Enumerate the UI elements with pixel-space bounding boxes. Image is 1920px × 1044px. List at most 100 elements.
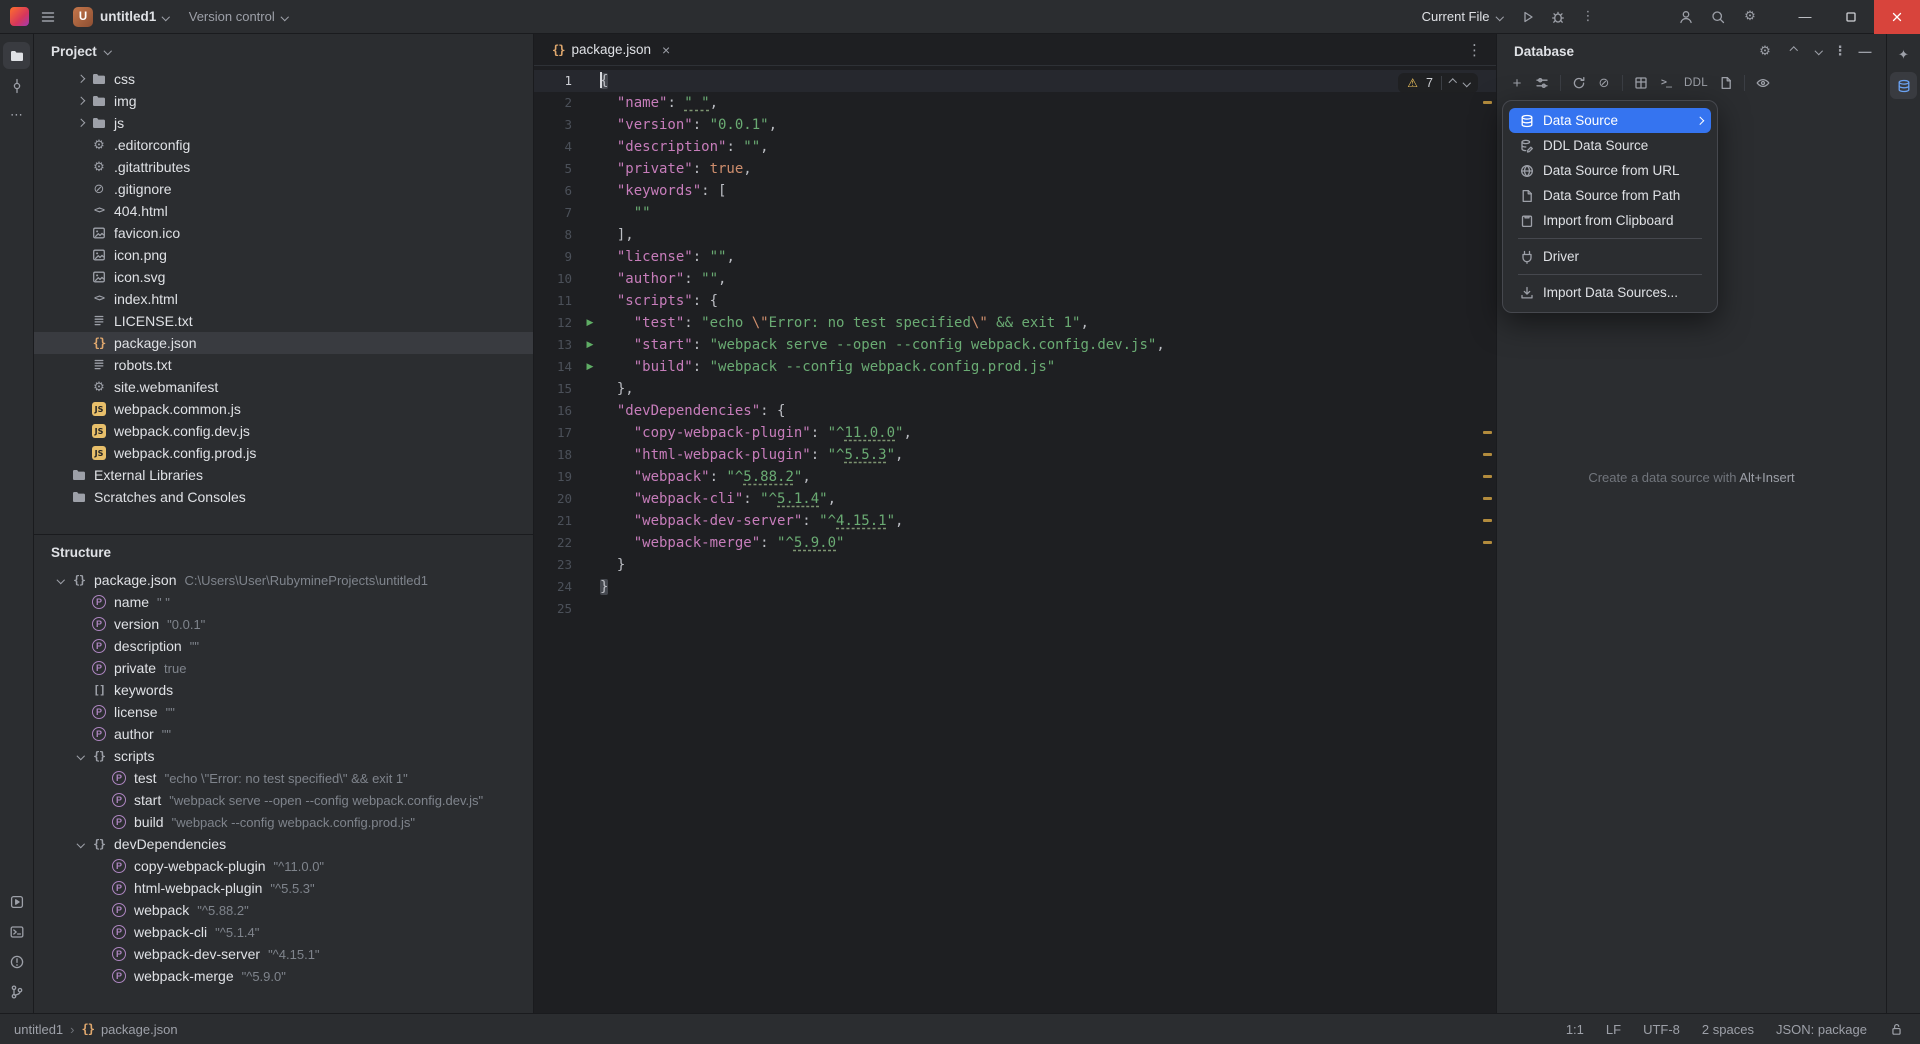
debug-button[interactable] (1544, 3, 1572, 31)
more-actions-button[interactable]: ⋮ (1574, 3, 1602, 31)
jump-to-console-button[interactable]: >_ (1654, 71, 1678, 95)
editor-line-13[interactable]: 13▶ "start": "webpack serve --open --con… (534, 334, 1496, 356)
menu-item-ddl-data-source[interactable]: DDL Data Source (1509, 133, 1711, 158)
editor-line-24[interactable]: 24} (534, 576, 1496, 598)
editor-line-2[interactable]: 2 "name": " ", (534, 92, 1496, 114)
indent-widget[interactable]: 2 spaces (1702, 1022, 1754, 1037)
ddl-button[interactable]: DDL (1679, 71, 1713, 95)
terminal-tool-button[interactable] (3, 918, 30, 945)
scroll-down-button[interactable] (1804, 40, 1826, 62)
chevron-right-icon[interactable] (77, 97, 85, 105)
tree-row-name[interactable]: Pname" " (34, 591, 533, 613)
warning-stripe-mark[interactable] (1483, 541, 1492, 544)
editor-line-17[interactable]: 17 "copy-webpack-plugin": "^11.0.0", (534, 422, 1496, 444)
tree-row-external-libraries[interactable]: External Libraries (34, 464, 533, 486)
account-button[interactable] (1672, 3, 1700, 31)
encoding-widget[interactable]: UTF-8 (1643, 1022, 1680, 1037)
tree-row-gitignore[interactable]: ⊘.gitignore (34, 178, 533, 200)
editor-line-12[interactable]: 12▶ "test": "echo \"Error: no test speci… (534, 312, 1496, 334)
tree-row-webpack-config-dev-js[interactable]: JSwebpack.config.dev.js (34, 420, 533, 442)
line-separator-widget[interactable]: LF (1606, 1022, 1621, 1037)
tree-row-scripts[interactable]: {}scripts (34, 745, 533, 767)
tree-row-webpack-cli[interactable]: Pwebpack-cli"^5.1.4" (34, 921, 533, 943)
tree-row-editorconfig[interactable]: ⚙.editorconfig (34, 134, 533, 156)
editor-line-4[interactable]: 4 "description": "", (534, 136, 1496, 158)
editor-line-21[interactable]: 21 "webpack-dev-server": "^4.15.1", (534, 510, 1496, 532)
tree-row-keywords[interactable]: []keywords (34, 679, 533, 701)
tree-row-devdependencies[interactable]: {}devDependencies (34, 833, 533, 855)
warning-stripe-mark[interactable] (1483, 475, 1492, 478)
tree-row-404-html[interactable]: <>404.html (34, 200, 533, 222)
database-tool-button[interactable] (1890, 72, 1917, 99)
tree-row-copy-webpack-plugin[interactable]: Pcopy-webpack-plugin"^11.0.0" (34, 855, 533, 877)
tree-row-package-json[interactable]: {}package.jsonC:\Users\User\RubymineProj… (34, 569, 533, 591)
tree-row-index-html[interactable]: <>index.html (34, 288, 533, 310)
settings-button[interactable]: ⚙ (1736, 3, 1764, 31)
tree-row-package-json[interactable]: {}package.json (34, 332, 533, 354)
chevron-down-icon[interactable] (57, 576, 65, 584)
editor-line-25[interactable]: 25 (534, 598, 1496, 620)
tree-row-webpack-dev-server[interactable]: Pwebpack-dev-server"^4.15.1" (34, 943, 533, 965)
data-source-properties-button[interactable] (1530, 71, 1554, 95)
tool-window-settings-button[interactable]: ⚙ (1754, 40, 1776, 62)
services-tool-button[interactable] (3, 888, 30, 915)
prev-warning-icon[interactable] (1449, 79, 1457, 87)
project-panel-header[interactable]: Project (34, 34, 533, 68)
tree-row-webpack-config-prod-js[interactable]: JSwebpack.config.prod.js (34, 442, 533, 464)
search-everywhere-button[interactable] (1704, 3, 1732, 31)
warning-stripe-mark[interactable] (1483, 519, 1492, 522)
editor-line-19[interactable]: 19 "webpack": "^5.88.2", (534, 466, 1496, 488)
tree-row-css[interactable]: css (34, 68, 533, 90)
tree-row-webpack[interactable]: Pwebpack"^5.88.2" (34, 899, 533, 921)
run-configuration-selector[interactable]: Current File (1412, 9, 1512, 24)
file-type-widget[interactable]: JSON: package (1776, 1022, 1867, 1037)
tree-row-js[interactable]: js (34, 112, 533, 134)
editor-line-16[interactable]: 16 "devDependencies": { (534, 400, 1496, 422)
main-menu-button[interactable] (33, 3, 63, 31)
menu-item-import-from-clipboard[interactable]: Import from Clipboard (1509, 208, 1711, 233)
problems-tool-button[interactable] (3, 948, 30, 975)
ai-assistant-tool-button[interactable]: ✦ (1890, 42, 1917, 69)
lock-icon[interactable] (1889, 1022, 1904, 1037)
menu-item-data-source-from-path[interactable]: Data Source from Path (1509, 183, 1711, 208)
warning-stripe-mark[interactable] (1483, 431, 1492, 434)
view-options-button[interactable] (1751, 71, 1775, 95)
version-control-tool-button[interactable] (3, 978, 30, 1005)
tree-row-license-txt[interactable]: LICENSE.txt (34, 310, 533, 332)
menu-item-import-data-sources[interactable]: Import Data Sources... (1509, 280, 1711, 305)
editor-line-22[interactable]: 22 "webpack-merge": "^5.9.0" (534, 532, 1496, 554)
editor-line-20[interactable]: 20 "webpack-cli": "^5.1.4", (534, 488, 1496, 510)
tree-row-scratches-and-consoles[interactable]: Scratches and Consoles (34, 486, 533, 508)
tree-row-webpack-merge[interactable]: Pwebpack-merge"^5.9.0" (34, 965, 533, 987)
database-panel-header[interactable]: Database ⚙⋮— (1497, 34, 1886, 68)
tree-row-robots-txt[interactable]: robots.txt (34, 354, 533, 376)
tree-row-description[interactable]: Pdescription"" (34, 635, 533, 657)
project-tool-button[interactable] (3, 42, 30, 69)
editor-line-10[interactable]: 10 "author": "", (534, 268, 1496, 290)
tab-package-json[interactable]: {} package.json × (542, 34, 680, 66)
tab-options-icon[interactable]: ⋮ (1467, 41, 1482, 59)
run-script-icon[interactable]: ▶ (580, 356, 600, 378)
editor-line-11[interactable]: 11 "scripts": { (534, 290, 1496, 312)
editor-line-15[interactable]: 15 }, (534, 378, 1496, 400)
menu-item-data-source-from-url[interactable]: Data Source from URL (1509, 158, 1711, 183)
close-tab-icon[interactable]: × (662, 42, 670, 58)
close-button[interactable] (1874, 0, 1920, 34)
tree-row-icon-svg[interactable]: icon.svg (34, 266, 533, 288)
tree-row-img[interactable]: img (34, 90, 533, 112)
chevron-right-icon[interactable] (77, 75, 85, 83)
refresh-button[interactable] (1567, 71, 1591, 95)
editor-line-3[interactable]: 3 "version": "0.0.1", (534, 114, 1496, 136)
project-name-widget[interactable]: untitled1 (100, 9, 169, 24)
tree-row-favicon-ico[interactable]: favicon.ico (34, 222, 533, 244)
diagram-button[interactable] (1629, 71, 1653, 95)
editor-line-18[interactable]: 18 "html-webpack-plugin": "^5.5.3", (534, 444, 1496, 466)
run-button[interactable] (1514, 3, 1542, 31)
tree-row-private[interactable]: Pprivatetrue (34, 657, 533, 679)
commit-tool-button[interactable] (3, 72, 30, 99)
menu-item-driver[interactable]: Driver (1509, 244, 1711, 269)
editor-line-14[interactable]: 14▶ "build": "webpack --config webpack.c… (534, 356, 1496, 378)
hide-tool-window-button[interactable]: — (1854, 40, 1876, 62)
chevron-down-icon[interactable] (77, 752, 85, 760)
caret-position-widget[interactable]: 1:1 (1566, 1022, 1584, 1037)
